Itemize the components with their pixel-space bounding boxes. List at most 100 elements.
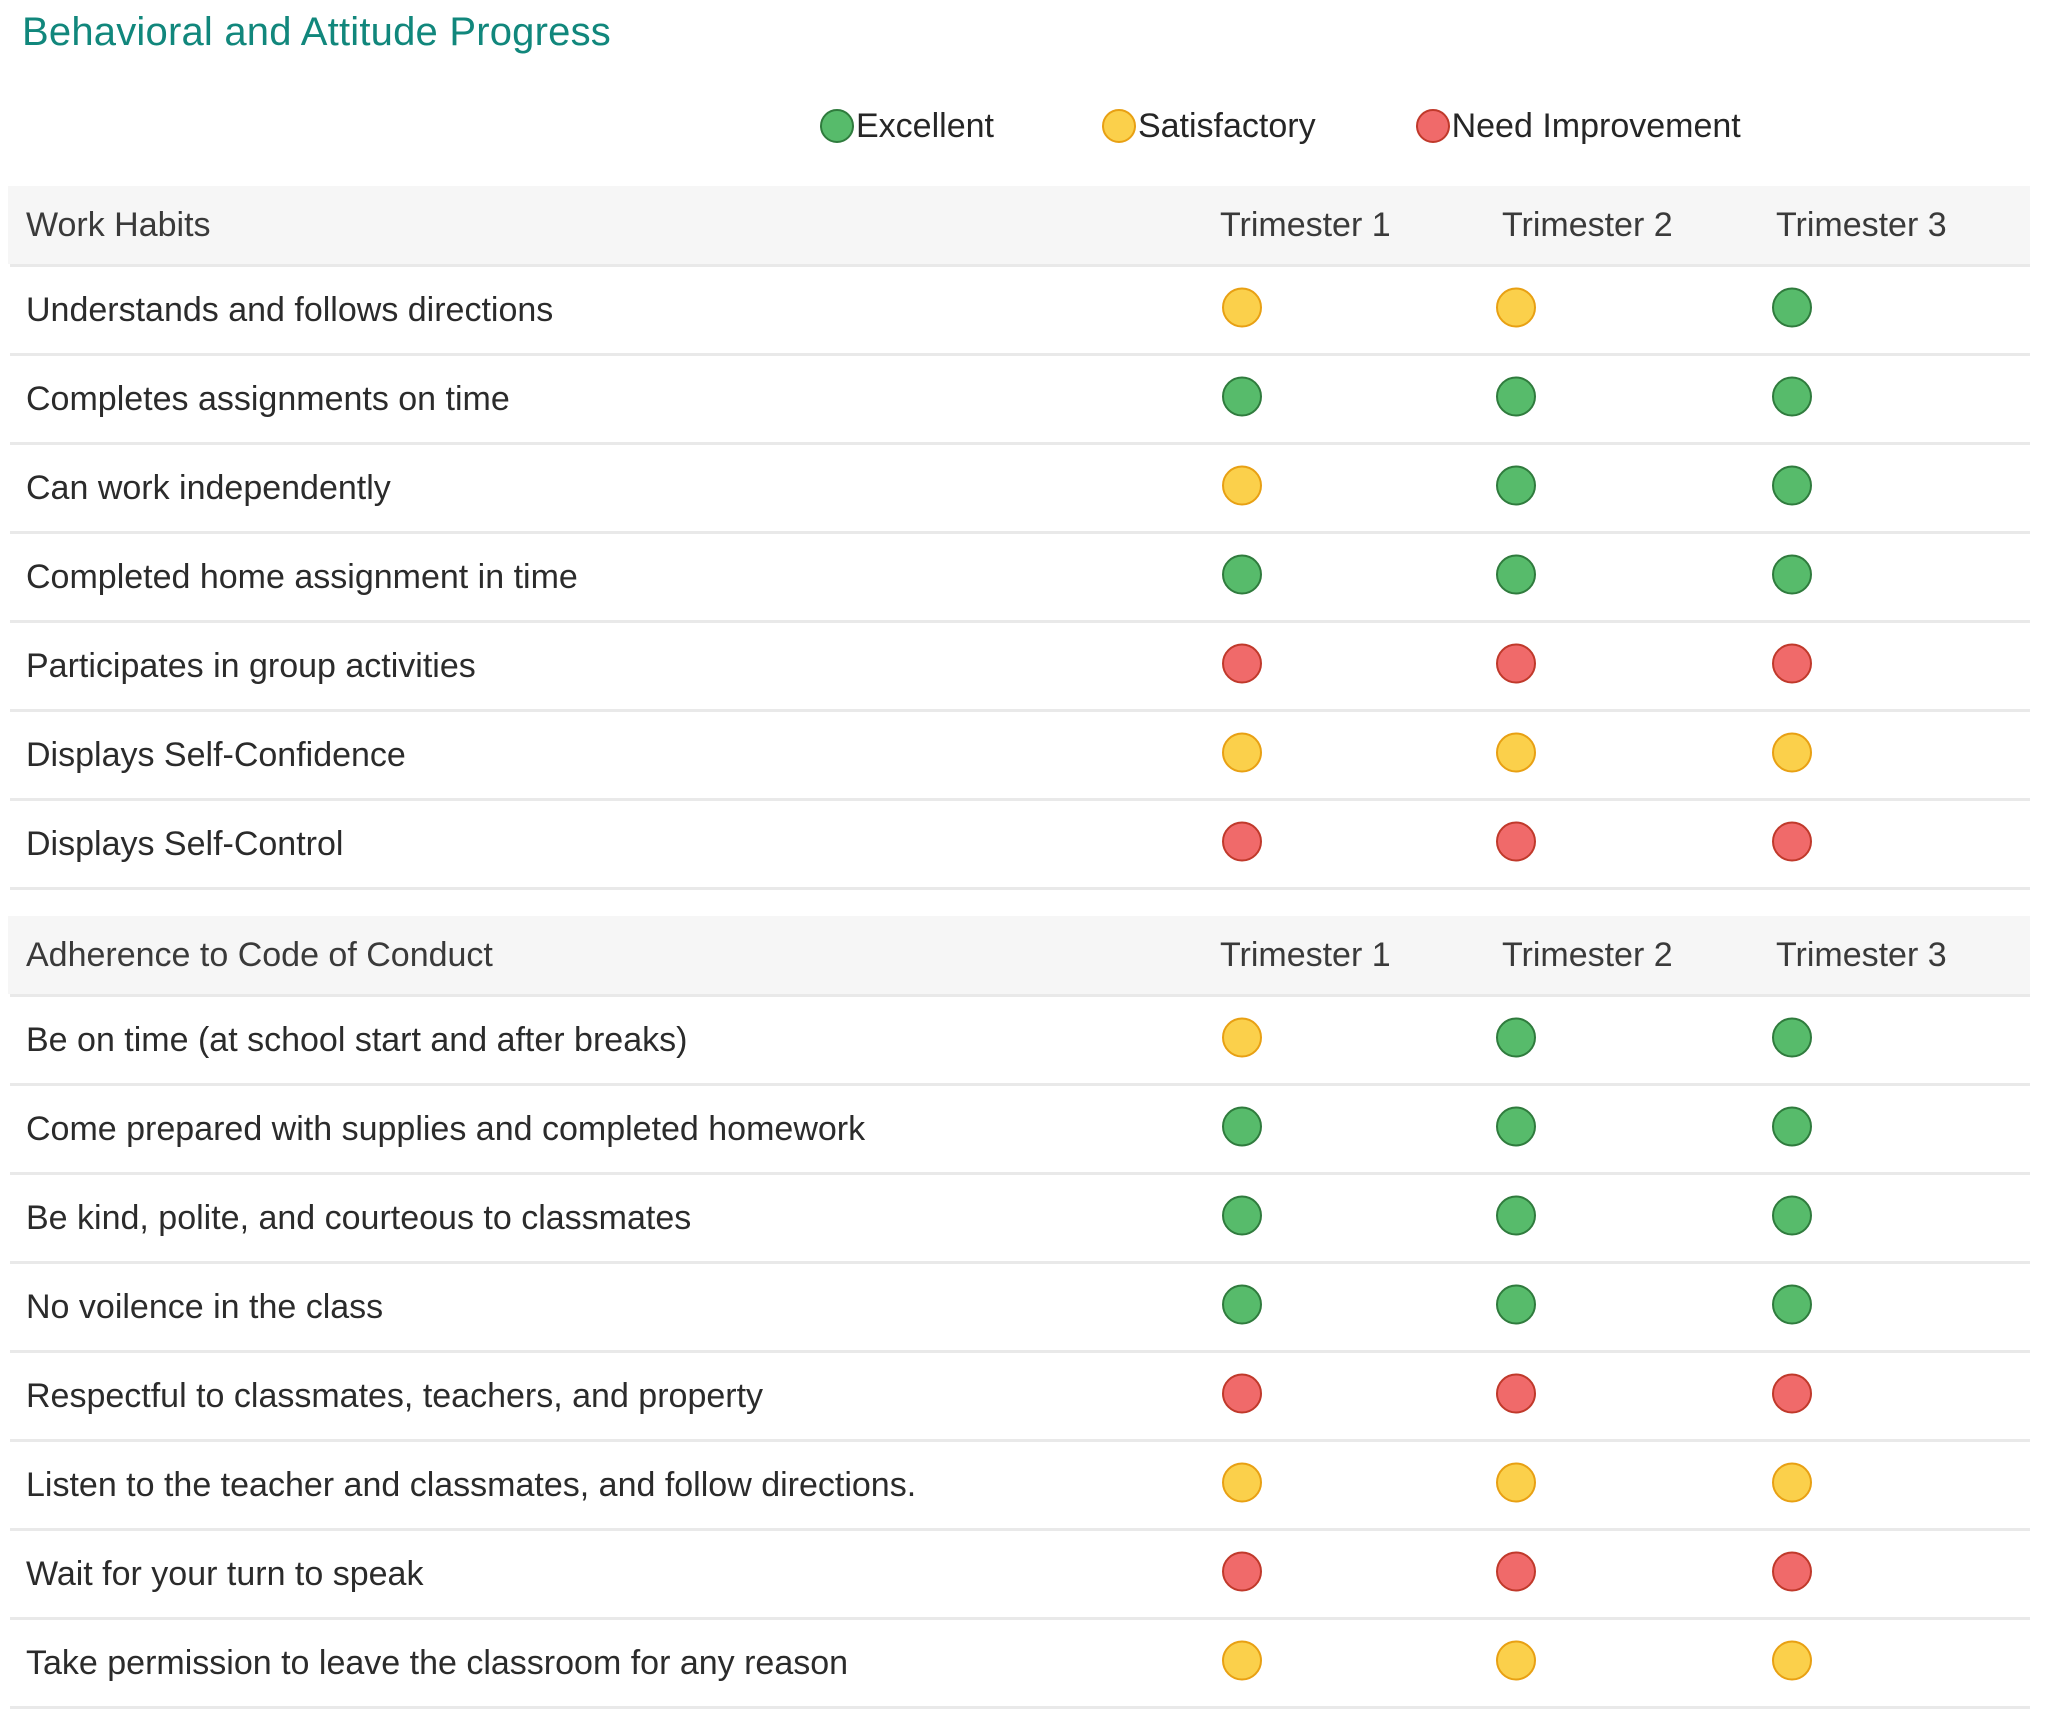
status-need-improvement-icon xyxy=(1222,1373,1262,1414)
table-row: Completes assignments on time xyxy=(0,356,2048,442)
circle-icon xyxy=(1415,109,1450,143)
rating-cell-trimester-2[interactable] xyxy=(1496,376,1536,422)
rating-cell-trimester-1[interactable] xyxy=(1222,1551,1262,1597)
row-label: No voilence in the class xyxy=(26,1288,384,1326)
table-row: Listen to the teacher and classmates, an… xyxy=(0,1442,2048,1528)
row-label: Can work independently xyxy=(26,469,391,507)
table-row: Understands and follows directions xyxy=(0,267,2048,353)
rating-cell-trimester-1[interactable] xyxy=(1222,643,1262,689)
rating-cell-trimester-1[interactable] xyxy=(1222,1284,1262,1330)
rating-cell-trimester-3[interactable] xyxy=(1772,465,1812,511)
rating-cell-trimester-1[interactable] xyxy=(1222,287,1262,333)
status-need-improvement-icon xyxy=(1772,643,1812,684)
status-excellent-icon xyxy=(1222,1106,1262,1147)
rating-cell-trimester-1[interactable] xyxy=(1222,1017,1262,1063)
rating-cell-trimester-1[interactable] xyxy=(1222,821,1262,867)
status-excellent-icon xyxy=(1496,1195,1536,1236)
column-header-trimester-1: Trimester 1 xyxy=(1220,206,1391,244)
rating-cell-trimester-1[interactable] xyxy=(1222,1195,1262,1241)
row-label: Displays Self-Control xyxy=(26,825,344,863)
column-header-trimester-1: Trimester 1 xyxy=(1220,936,1391,974)
row-label: Respectful to classmates, teachers, and … xyxy=(26,1377,764,1415)
status-need-improvement-icon xyxy=(1496,1551,1536,1592)
rating-cell-trimester-2[interactable] xyxy=(1496,554,1536,600)
table-row: No voilence in the class xyxy=(0,1264,2048,1350)
status-excellent-icon xyxy=(1772,465,1812,506)
rating-cell-trimester-2[interactable] xyxy=(1496,287,1536,333)
status-excellent-icon xyxy=(1772,554,1812,595)
rating-cell-trimester-3[interactable] xyxy=(1772,1551,1812,1597)
rating-cell-trimester-3[interactable] xyxy=(1772,821,1812,867)
rating-cell-trimester-1[interactable] xyxy=(1222,1373,1262,1419)
rating-cell-trimester-1[interactable] xyxy=(1222,554,1262,600)
rating-cell-trimester-1[interactable] xyxy=(1222,1640,1262,1686)
rating-cell-trimester-3[interactable] xyxy=(1772,643,1812,689)
rating-cell-trimester-3[interactable] xyxy=(1772,287,1812,333)
rating-cell-trimester-1[interactable] xyxy=(1222,376,1262,422)
legend-label: Need Improvement xyxy=(1451,107,1741,145)
legend-item-excellent: Excellent xyxy=(820,106,994,146)
table-row: Displays Self-Control xyxy=(0,801,2048,887)
section-title: Work Habits xyxy=(26,206,211,244)
rating-cell-trimester-3[interactable] xyxy=(1772,1373,1812,1419)
status-satisfactory-icon xyxy=(1496,732,1536,773)
rating-cell-trimester-3[interactable] xyxy=(1772,554,1812,600)
table-section: Work Habits Trimester 1 Trimester 2 Trimest… xyxy=(0,186,2048,890)
status-excellent-icon xyxy=(1222,554,1262,595)
table-row: Wait for your turn to speak xyxy=(0,1531,2048,1617)
rating-cell-trimester-2[interactable] xyxy=(1496,465,1536,511)
rating-cell-trimester-2[interactable] xyxy=(1496,821,1536,867)
rating-cell-trimester-3[interactable] xyxy=(1772,1106,1812,1152)
status-satisfactory-icon xyxy=(1772,732,1812,773)
status-excellent-icon xyxy=(1772,1284,1812,1325)
rating-cell-trimester-2[interactable] xyxy=(1496,1373,1536,1419)
rating-cell-trimester-1[interactable] xyxy=(1222,732,1262,778)
row-label: Wait for your turn to speak xyxy=(26,1555,424,1593)
rating-cell-trimester-1[interactable] xyxy=(1222,1106,1262,1152)
rating-cell-trimester-2[interactable] xyxy=(1496,1640,1536,1686)
status-need-improvement-icon xyxy=(1772,1551,1812,1592)
rating-cell-trimester-2[interactable] xyxy=(1496,1284,1536,1330)
column-header-trimester-3: Trimester 3 xyxy=(1776,936,1947,974)
status-excellent-icon xyxy=(1222,1195,1262,1236)
status-satisfactory-icon xyxy=(1222,465,1262,506)
status-excellent-icon xyxy=(1496,1106,1536,1147)
circle-icon xyxy=(820,109,854,143)
rating-cell-trimester-3[interactable] xyxy=(1772,1640,1812,1686)
status-satisfactory-icon xyxy=(1222,287,1262,328)
rating-cell-trimester-3[interactable] xyxy=(1772,1284,1812,1330)
rating-cell-trimester-2[interactable] xyxy=(1496,1195,1536,1241)
rating-cell-trimester-1[interactable] xyxy=(1222,1462,1262,1508)
rating-cell-trimester-2[interactable] xyxy=(1496,1551,1536,1597)
rating-cell-trimester-2[interactable] xyxy=(1496,1462,1536,1508)
status-satisfactory-icon xyxy=(1496,1462,1536,1503)
rating-cell-trimester-2[interactable] xyxy=(1496,643,1536,689)
progress-table: Work Habits Trimester 1 Trimester 2 Trimest… xyxy=(0,186,2048,1709)
table-row: Can work independently xyxy=(0,445,2048,531)
status-satisfactory-icon xyxy=(1772,1462,1812,1503)
status-need-improvement-icon xyxy=(1496,1373,1536,1414)
rating-cell-trimester-2[interactable] xyxy=(1496,1017,1536,1063)
row-divider xyxy=(10,1706,2030,1709)
status-need-improvement-icon xyxy=(1772,1373,1812,1414)
rating-cell-trimester-3[interactable] xyxy=(1772,1195,1812,1241)
status-need-improvement-icon xyxy=(1222,821,1262,862)
legend-label: Satisfactory xyxy=(1137,107,1316,145)
legend-item-need-improvement: Need Improvement xyxy=(1415,106,1741,146)
rating-cell-trimester-3[interactable] xyxy=(1772,732,1812,778)
column-header-trimester-3: Trimester 3 xyxy=(1776,206,1947,244)
status-need-improvement-icon xyxy=(1222,1551,1262,1592)
rating-cell-trimester-2[interactable] xyxy=(1496,732,1536,778)
status-satisfactory-icon xyxy=(1222,1462,1262,1503)
status-satisfactory-icon xyxy=(1222,1640,1262,1681)
status-satisfactory-icon xyxy=(1222,1017,1262,1058)
rating-cell-trimester-2[interactable] xyxy=(1496,1106,1536,1152)
status-excellent-icon xyxy=(1772,376,1812,417)
rating-cell-trimester-1[interactable] xyxy=(1222,465,1262,511)
status-excellent-icon xyxy=(1772,1017,1812,1058)
rating-cell-trimester-3[interactable] xyxy=(1772,1017,1812,1063)
rating-cell-trimester-3[interactable] xyxy=(1772,1462,1812,1508)
rating-cell-trimester-3[interactable] xyxy=(1772,376,1812,422)
row-label: Come prepared with supplies and complete… xyxy=(26,1110,866,1148)
